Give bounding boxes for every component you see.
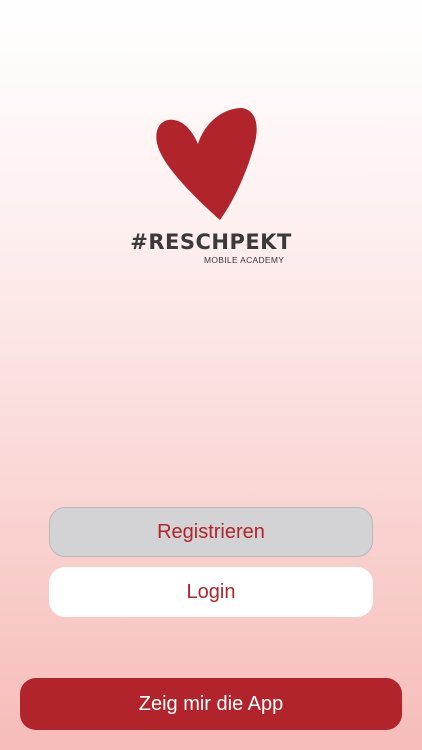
brand-tagline: MOBILE ACADEMY (204, 255, 285, 265)
show-app-button[interactable]: Zeig mir die App (20, 678, 402, 730)
heart-icon (156, 108, 257, 220)
login-button[interactable]: Login (49, 567, 373, 617)
register-button[interactable]: Registrieren (49, 507, 373, 557)
welcome-screen: #RESCHPEKT MOBILE ACADEMY Registrieren L… (0, 0, 422, 750)
brand-name: #RESCHPEKT (130, 230, 292, 254)
